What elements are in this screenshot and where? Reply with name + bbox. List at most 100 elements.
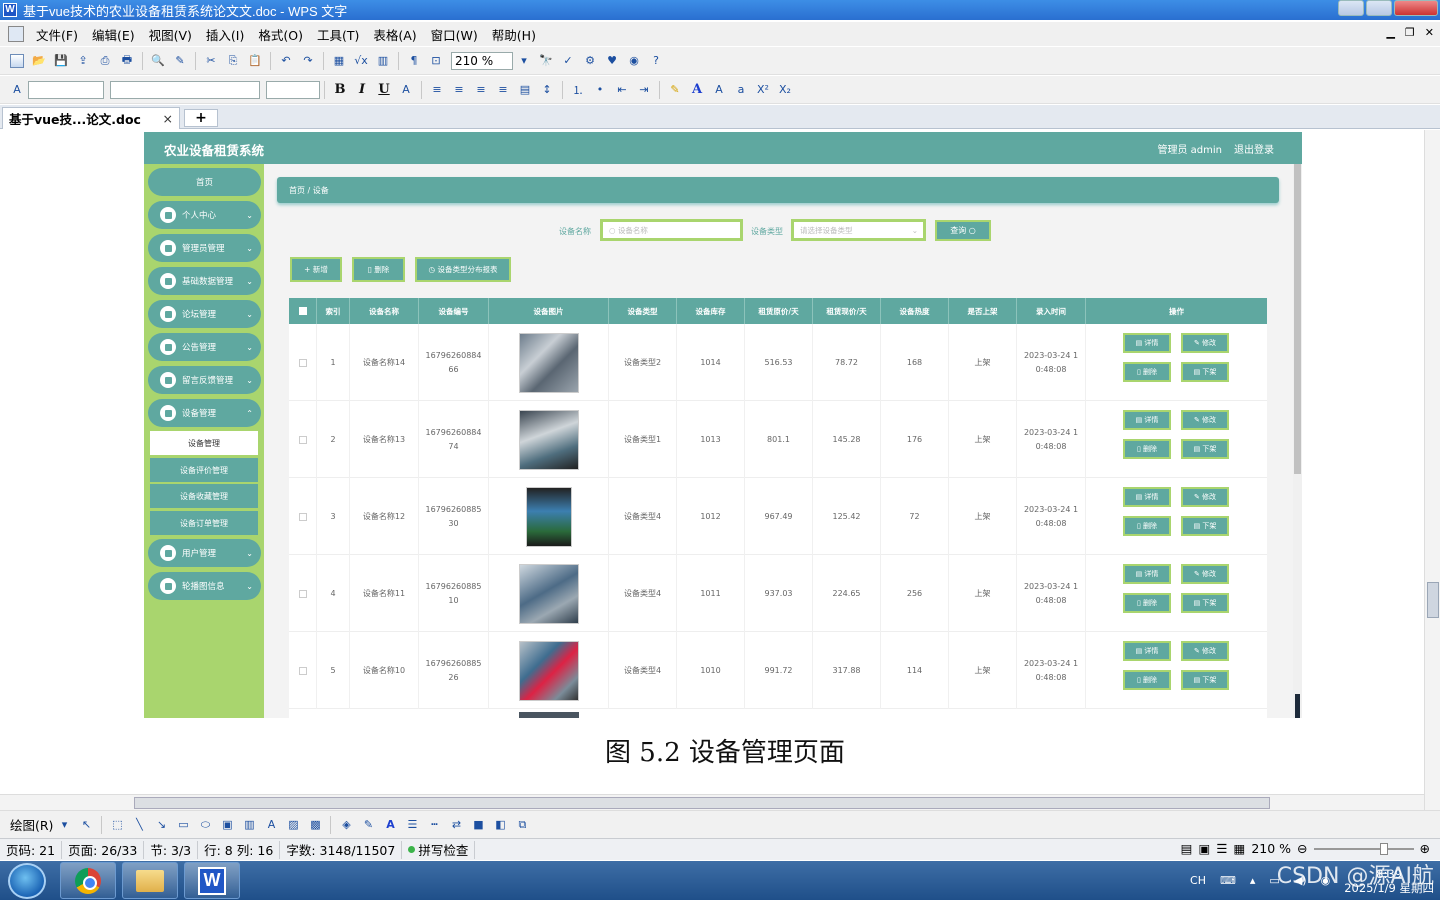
line-color-icon[interactable]: ✎ — [360, 817, 376, 833]
document-canvas[interactable]: 农业设备租赁系统 管理员 admin 退出登录 首页 个人中心 ⌄ 管理员管理 ⌄ … — [0, 130, 1424, 792]
doc-restore-icon[interactable]: ❐ — [1405, 26, 1415, 39]
distributed-icon[interactable]: ▤ — [517, 82, 533, 98]
zoom-slider[interactable] — [1313, 842, 1414, 855]
menu-insert[interactable]: 插入(I) — [206, 25, 244, 44]
vertical-scroll-thumb[interactable] — [1427, 582, 1439, 618]
view-outline-icon[interactable]: ☰ — [1216, 841, 1227, 856]
tray-expand-icon[interactable]: ▴ — [1250, 874, 1256, 887]
undo-icon[interactable]: ↶ — [278, 53, 294, 69]
fill-color-icon[interactable]: ◈ — [338, 817, 354, 833]
view-normal-icon[interactable]: ▤ — [1181, 841, 1193, 856]
line-spacing-icon[interactable]: ↕ — [539, 82, 555, 98]
3d-icon[interactable]: ◧ — [492, 817, 508, 833]
font-color-button[interactable]: A — [689, 82, 705, 98]
horizontal-scrollbar[interactable] — [0, 794, 1424, 810]
ime-indicator[interactable]: CH — [1190, 874, 1206, 887]
zoom-out-icon[interactable]: ⊖ — [1297, 841, 1307, 856]
tab-document[interactable]: 基于vue技...论文.doc × — [2, 107, 180, 129]
font-combo[interactable] — [110, 80, 260, 99]
keyboard-icon[interactable]: ⌨ — [1220, 874, 1236, 887]
save-icon[interactable]: 💾 — [53, 53, 69, 69]
help-icon[interactable]: ? — [648, 53, 664, 69]
vertical-scrollbar[interactable] — [1424, 130, 1440, 810]
template-icon[interactable]: ♥ — [604, 53, 620, 69]
menu-window[interactable]: 窗口(W) — [431, 25, 478, 44]
menu-file[interactable]: 文件(F) — [36, 25, 78, 44]
show-marks-icon[interactable]: ¶ — [406, 53, 422, 69]
columns-icon[interactable]: ▥ — [375, 53, 391, 69]
status-words[interactable]: 字数: 3148/11507 — [280, 840, 403, 859]
share-icon[interactable]: ⚙ — [582, 53, 598, 69]
copy-icon[interactable]: ⎘ — [225, 53, 241, 69]
picture-icon[interactable]: ▩ — [307, 817, 323, 833]
format-painter-icon[interactable]: ✎ — [172, 53, 188, 69]
shadow-icon[interactable]: ■ — [470, 817, 486, 833]
arrow-style-icon[interactable]: ⇄ — [448, 817, 464, 833]
menu-format[interactable]: 格式(O) — [258, 25, 303, 44]
draw-menu-button[interactable]: 绘图(R) — [10, 815, 53, 834]
taskbar-chrome[interactable] — [60, 862, 116, 899]
minimize-button[interactable] — [1338, 0, 1364, 16]
menu-table[interactable]: 表格(A) — [373, 25, 416, 44]
open-folder-icon[interactable]: 📂 — [31, 53, 47, 69]
bullets-icon[interactable]: • — [592, 82, 608, 98]
weibo-icon[interactable]: ◉ — [626, 53, 642, 69]
textbox-icon[interactable]: ▣ — [219, 817, 235, 833]
zoom-slider-handle[interactable] — [1379, 842, 1388, 855]
decrease-indent-icon[interactable]: ⇤ — [614, 82, 630, 98]
ellipse-icon[interactable]: ⬭ — [197, 817, 213, 833]
char-shading-icon[interactable]: A — [398, 82, 414, 98]
start-button[interactable] — [8, 863, 46, 899]
dash-style-icon[interactable]: ┅ — [426, 817, 442, 833]
arrange-icon[interactable]: ⧉ — [514, 817, 530, 833]
numbering-icon[interactable]: ⒈ — [570, 82, 586, 98]
line-icon[interactable]: ╲ — [131, 817, 147, 833]
rectangle-icon[interactable]: ▭ — [175, 817, 191, 833]
menu-view[interactable]: 视图(V) — [149, 25, 192, 44]
vertical-textbox-icon[interactable]: ▥ — [241, 817, 257, 833]
chevron-down-icon[interactable]: ▾ — [56, 817, 72, 833]
align-left-icon[interactable]: ≡ — [429, 82, 445, 98]
print-preview-icon[interactable]: 🔍 — [150, 53, 166, 69]
redo-icon[interactable]: ↷ — [300, 53, 316, 69]
font-size-combo[interactable] — [266, 80, 320, 99]
new-document-icon[interactable] — [9, 53, 25, 69]
close-button[interactable] — [1394, 0, 1438, 16]
highlight-icon[interactable]: ✎ — [667, 82, 683, 98]
doc-close-icon[interactable]: ✕ — [1425, 26, 1434, 39]
grow-font-icon[interactable]: A — [711, 82, 727, 98]
bold-button[interactable]: B — [332, 82, 348, 98]
underline-button[interactable]: U — [376, 82, 392, 98]
increase-indent-icon[interactable]: ⇥ — [636, 82, 652, 98]
taskbar-wps[interactable]: W — [184, 862, 240, 899]
zoom-in-icon[interactable]: ⊕ — [1420, 841, 1430, 856]
wordart-icon[interactable]: A — [263, 817, 279, 833]
chevron-down-icon[interactable]: ▾ — [516, 53, 532, 69]
superscript-button[interactable]: X² — [755, 82, 771, 98]
clipart-icon[interactable]: ▨ — [285, 817, 301, 833]
autoshapes-icon[interactable]: ⬚ — [109, 817, 125, 833]
page-view-icon[interactable]: ⊡ — [428, 53, 444, 69]
view-web-icon[interactable]: ▦ — [1234, 841, 1246, 856]
pdf-icon[interactable]: ⎙ — [97, 53, 113, 69]
horizontal-scroll-thumb[interactable] — [134, 797, 1270, 809]
document-icon[interactable] — [8, 26, 24, 42]
align-right-icon[interactable]: ≡ — [473, 82, 489, 98]
taskbar-explorer[interactable] — [122, 862, 178, 899]
maximize-button[interactable] — [1366, 0, 1392, 16]
style-combo[interactable] — [28, 80, 104, 99]
new-tab-button[interactable]: + — [184, 109, 218, 127]
paste-icon[interactable]: 📋 — [247, 53, 263, 69]
spellcheck-icon[interactable]: ✓ — [560, 53, 576, 69]
find-icon[interactable]: 🔭 — [538, 53, 554, 69]
line-style-icon[interactable]: ☰ — [404, 817, 420, 833]
print-icon[interactable]: 🖶 — [119, 53, 135, 69]
doc-minimize-icon[interactable]: ▁ — [1386, 26, 1394, 39]
align-center-icon[interactable]: ≡ — [451, 82, 467, 98]
shrink-font-icon[interactable]: a — [733, 82, 749, 98]
cut-icon[interactable]: ✂ — [203, 53, 219, 69]
export-icon[interactable]: ⇪ — [75, 53, 91, 69]
zoom-combo[interactable]: 210 % — [451, 51, 513, 70]
styles-icon[interactable]: A — [9, 82, 25, 98]
italic-button[interactable]: I — [354, 82, 370, 98]
